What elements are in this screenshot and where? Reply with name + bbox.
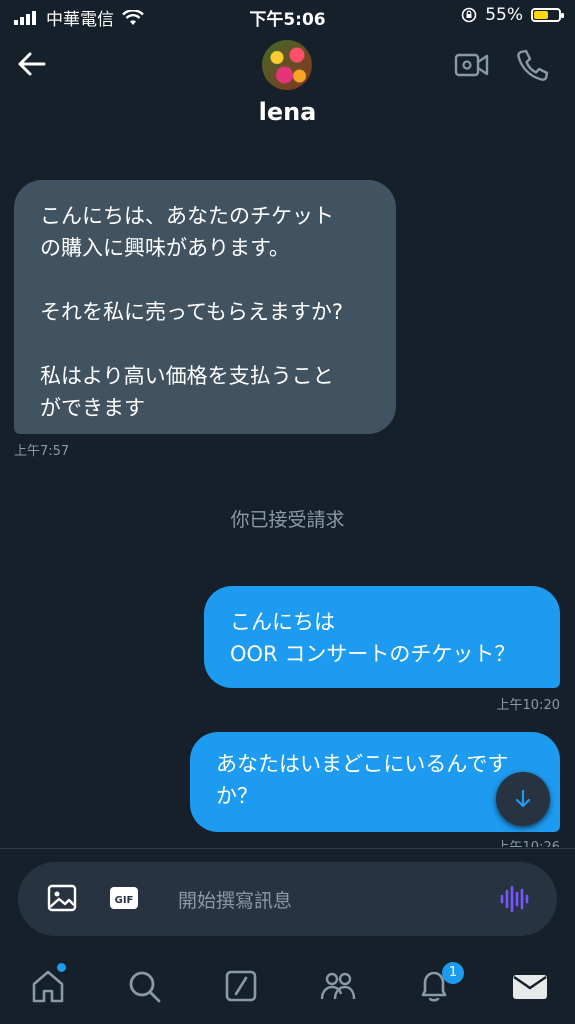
notification-badge: 1 — [442, 962, 464, 984]
gif-icon[interactable]: GIF — [108, 882, 140, 914]
battery-icon — [531, 8, 564, 22]
composer-divider — [0, 848, 575, 849]
arrow-down-icon — [515, 789, 531, 808]
message-composer: GIF 開始撰寫訊息 — [18, 862, 557, 936]
image-icon[interactable] — [46, 882, 78, 914]
outgoing-message[interactable]: こんにちは OOR コンサートのチケット？ — [204, 586, 560, 688]
battery-percent: 55% — [485, 5, 523, 25]
spaces-icon[interactable] — [221, 966, 261, 1006]
search-icon[interactable] — [124, 966, 164, 1006]
message-input[interactable]: 開始撰寫訊息 — [178, 886, 292, 913]
voice-message-icon[interactable] — [498, 883, 530, 915]
phone-call-icon[interactable] — [514, 48, 550, 82]
status-bar: 中華電信 下午5:06 55% — [0, 0, 575, 32]
video-call-icon[interactable] — [454, 48, 490, 82]
system-notice: 你已接受請求 — [230, 509, 345, 531]
home-unread-dot — [57, 963, 66, 972]
status-right: 55% — [461, 5, 564, 25]
scroll-to-bottom-button[interactable] — [496, 772, 550, 826]
message-timestamp: 上午10:26 — [497, 836, 560, 847]
home-icon[interactable] — [28, 966, 68, 1006]
contact-name[interactable]: lena — [0, 98, 575, 126]
back-arrow-icon[interactable] — [16, 48, 48, 80]
bottom-tab-bar — [0, 948, 575, 1024]
message-timestamp: 上午7:57 — [14, 444, 70, 459]
message-timestamp: 上午10:20 — [496, 698, 560, 713]
orientation-lock-icon — [461, 7, 477, 23]
communities-icon[interactable] — [318, 966, 358, 1006]
messages-icon[interactable] — [510, 966, 550, 1006]
contact-avatar[interactable] — [262, 40, 312, 90]
conversation-header: lena — [0, 32, 575, 142]
incoming-message[interactable]: こんにちは、あなたのチケット の購入に興味があります。 それを私に売ってもらえま… — [14, 180, 396, 434]
svg-text:GIF: GIF — [115, 895, 134, 906]
